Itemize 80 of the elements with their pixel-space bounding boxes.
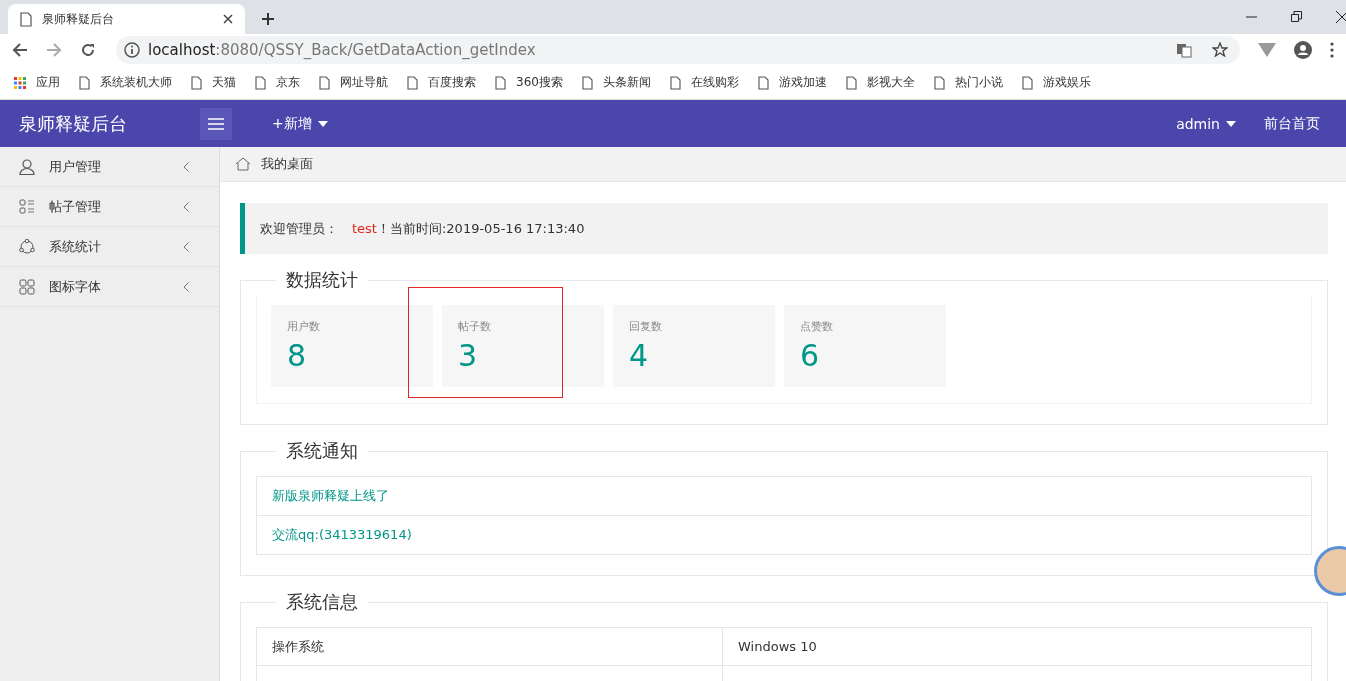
bookmark-link[interactable]: 热门小说 — [933, 74, 1003, 91]
address-bar[interactable]: localhost:8080/QSSY_Back/GetDataAction_getIndex — [116, 36, 1240, 64]
page-icon — [845, 75, 857, 90]
star-icon[interactable] — [1212, 42, 1228, 58]
stat-value: 8 — [287, 338, 308, 373]
plus-icon[interactable] — [261, 12, 275, 26]
stat-label: 帖子数 — [458, 319, 492, 334]
table-cell: 操作系统 — [257, 628, 723, 665]
bookmark-link[interactable]: 系统装机大师 — [79, 74, 172, 91]
section-title: 系统通知 — [285, 439, 359, 463]
welcome-text: 欢迎管理员： test！当前时间:2019-05-16 17:13:40 — [260, 219, 585, 238]
page-icon — [1021, 75, 1033, 90]
site-title: 泉师释疑后台 — [18, 111, 128, 136]
restore-icon[interactable] — [1291, 11, 1302, 22]
page-icon — [255, 75, 266, 90]
apps-icon — [14, 76, 26, 89]
stat-value: 3 — [458, 338, 479, 373]
bookmark-link[interactable]: 京东 — [255, 74, 300, 91]
bookmark-link[interactable]: 天猫 — [191, 74, 236, 91]
section-title: 数据统计 — [285, 268, 359, 292]
section-title: 系统信息 — [285, 590, 359, 614]
bookmark-link[interactable]: 百度搜索 — [407, 74, 476, 91]
user-menu[interactable]: admin — [1176, 115, 1220, 132]
table-cell-text: Windows 10 — [737, 638, 818, 656]
add-menu[interactable]: +新增 — [272, 114, 312, 133]
bookmark-link[interactable]: 应用 — [14, 74, 60, 91]
chevron-icon — [183, 201, 189, 212]
grid-icon — [19, 278, 35, 295]
notice-link[interactable]: 新版泉师释疑上线了 — [257, 487, 389, 505]
close-icon[interactable] — [1336, 11, 1346, 23]
sidebar-item[interactable]: 帖子管理 — [0, 187, 219, 227]
bookmark-link[interactable]: 360搜索 — [495, 74, 563, 91]
bookmark-link[interactable]: 网址导航 — [319, 74, 388, 91]
chevron-icon — [183, 161, 189, 172]
sidebar-item[interactable]: 系统统计 — [0, 227, 219, 267]
extension-icon[interactable] — [1258, 43, 1276, 57]
menu-icon — [208, 117, 224, 130]
bookmark-link[interactable]: 游戏加速 — [757, 74, 827, 91]
chevron-icon — [183, 281, 189, 292]
page-icon — [495, 75, 506, 90]
sidebar-item[interactable]: 用户管理 — [0, 147, 219, 187]
menu-icon[interactable] — [1330, 42, 1334, 58]
caret-icon — [1226, 120, 1236, 127]
close-icon[interactable] — [223, 14, 233, 24]
page-icon — [757, 75, 769, 90]
page-icon — [581, 75, 593, 90]
back-icon[interactable] — [12, 42, 28, 58]
page-icon — [319, 75, 330, 90]
bookmark-link[interactable]: 影视大全 — [845, 74, 915, 91]
caret-icon — [317, 120, 328, 127]
stat-value: 6 — [800, 338, 821, 373]
nodes-icon — [19, 238, 35, 255]
breadcrumb-item[interactable]: 我的桌面 — [261, 155, 313, 173]
page-icon — [20, 11, 32, 27]
page-icon — [191, 75, 202, 90]
sidebar-item[interactable]: 图标字体 — [0, 267, 219, 307]
stat-label: 回复数 — [629, 319, 663, 334]
list-icon — [19, 198, 35, 215]
bookmark-link[interactable]: 在线购彩 — [669, 74, 739, 91]
home-icon — [235, 157, 251, 171]
home-link[interactable]: 前台首页 — [1264, 114, 1320, 133]
page-icon — [933, 75, 945, 90]
page-icon — [669, 75, 681, 90]
chevron-icon — [183, 241, 189, 252]
info-icon — [124, 42, 140, 58]
translate-icon[interactable] — [1176, 42, 1192, 58]
tab-title: 泉师释疑后台 — [42, 10, 115, 28]
bookmark-link[interactable]: 游戏娱乐 — [1021, 74, 1091, 91]
notice-link[interactable]: 交流qq:(3413319614) — [257, 526, 412, 544]
user-icon — [19, 158, 35, 175]
stat-label: 点赞数 — [800, 319, 834, 334]
account-icon[interactable] — [1294, 41, 1312, 59]
reload-icon[interactable] — [80, 42, 96, 58]
bookmark-link[interactable]: 头条新闻 — [581, 74, 651, 91]
page-icon — [407, 75, 418, 90]
stat-label: 用户数 — [287, 319, 321, 334]
stat-value: 4 — [629, 338, 650, 373]
page-icon — [79, 75, 90, 90]
menu-button[interactable] — [200, 107, 232, 140]
browser-tab[interactable]: 泉师释疑后台 — [8, 4, 245, 34]
